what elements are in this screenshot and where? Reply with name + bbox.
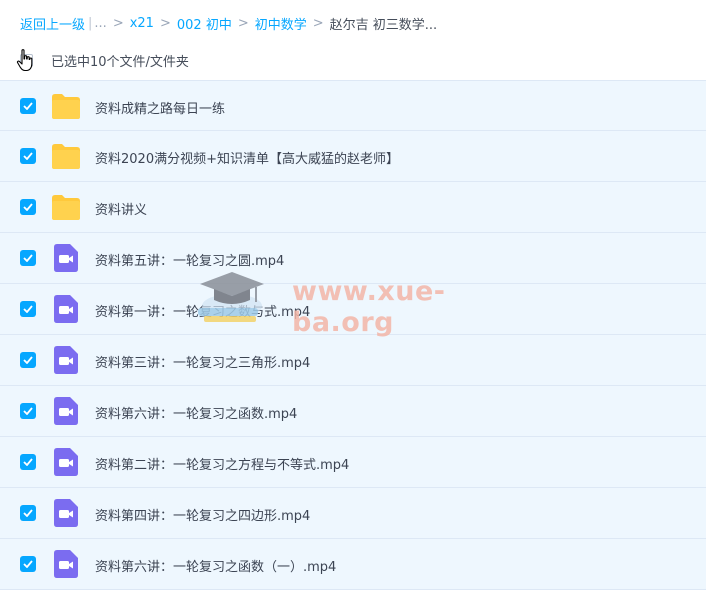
list-item[interactable]: 资料讲义	[0, 182, 706, 233]
breadcrumb: 返回上一级 | ... > x21 > 002 初中 > 初中数学 > 赵尔吉 …	[20, 14, 438, 33]
row-checkbox[interactable]	[20, 352, 36, 368]
check-icon	[23, 560, 33, 568]
breadcrumb-divider: |	[88, 15, 93, 31]
breadcrumb-more[interactable]: ...	[94, 16, 106, 31]
folder-icon	[52, 144, 80, 169]
list-item[interactable]: 资料第一讲：一轮复习之数与式.mp4	[0, 284, 706, 335]
check-icon	[23, 407, 33, 415]
video-file-icon	[54, 244, 78, 272]
row-checkbox[interactable]	[20, 301, 36, 317]
row-checkbox[interactable]	[20, 454, 36, 470]
video-file-icon	[54, 346, 78, 374]
folder-icon	[52, 94, 80, 119]
breadcrumb-item-x21[interactable]: x21	[130, 16, 154, 31]
list-item[interactable]: 资料第四讲：一轮复习之四边形.mp4	[0, 488, 706, 539]
breadcrumb-separator-icon: >	[159, 15, 171, 31]
file-name[interactable]: 资料第三讲：一轮复习之三角形.mp4	[95, 352, 310, 371]
breadcrumb-current: 赵尔吉 初三数学...	[329, 17, 438, 33]
breadcrumb-item-math[interactable]: 初中数学	[255, 14, 307, 33]
list-item[interactable]: 资料成精之路每日一练	[0, 80, 706, 131]
file-name[interactable]: 资料第二讲：一轮复习之方程与不等式.mp4	[95, 454, 349, 473]
check-icon	[23, 203, 33, 211]
file-name[interactable]: 资料2020满分视频+知识清单【高大威猛的赵老师】	[95, 148, 399, 167]
selection-count-text: 已选中10个文件/文件夹	[51, 54, 189, 70]
video-file-icon	[54, 448, 78, 476]
breadcrumb-item-junior-high[interactable]: 002 初中	[177, 14, 232, 33]
check-icon	[23, 254, 33, 262]
check-icon	[23, 458, 33, 466]
file-name[interactable]: 资料第一讲：一轮复习之数与式.mp4	[95, 301, 310, 320]
row-checkbox[interactable]	[20, 98, 36, 114]
check-icon	[23, 102, 33, 110]
list-item[interactable]: 资料2020满分视频+知识清单【高大威猛的赵老师】	[0, 131, 706, 182]
row-checkbox[interactable]	[20, 148, 36, 164]
check-icon	[23, 305, 33, 313]
selection-bar: 已选中10个文件/文件夹	[20, 51, 189, 70]
row-checkbox[interactable]	[20, 199, 36, 215]
file-name[interactable]: 资料讲义	[95, 199, 147, 218]
row-checkbox[interactable]	[20, 556, 36, 572]
check-icon	[23, 152, 33, 160]
file-name[interactable]: 资料第六讲：一轮复习之函数.mp4	[95, 403, 297, 422]
row-checkbox[interactable]	[20, 250, 36, 266]
video-file-icon	[54, 499, 78, 527]
check-icon	[23, 509, 33, 517]
breadcrumb-separator-icon: >	[237, 15, 249, 31]
list-item[interactable]: 资料第三讲：一轮复习之三角形.mp4	[0, 335, 706, 386]
video-file-icon	[54, 295, 78, 323]
folder-icon	[52, 195, 80, 220]
check-icon	[23, 356, 33, 364]
list-item[interactable]: 资料第五讲：一轮复习之圆.mp4	[0, 233, 706, 284]
file-name[interactable]: 资料第四讲：一轮复习之四边形.mp4	[95, 505, 310, 524]
file-name[interactable]: 资料成精之路每日一练	[95, 98, 225, 117]
list-item[interactable]: 资料第二讲：一轮复习之方程与不等式.mp4	[0, 437, 706, 488]
file-list: 资料成精之路每日一练 资料2020满分视频+知识清单【高大威猛的赵老师】 资料讲…	[0, 80, 706, 590]
row-checkbox[interactable]	[20, 403, 36, 419]
list-item[interactable]: 资料第六讲：一轮复习之函数.mp4	[0, 386, 706, 437]
back-link[interactable]: 返回上一级	[20, 14, 85, 33]
file-name[interactable]: 资料第五讲：一轮复习之圆.mp4	[95, 250, 284, 269]
file-name[interactable]: 资料第六讲：一轮复习之函数（一）.mp4	[95, 556, 336, 575]
breadcrumb-separator-icon: >	[312, 15, 324, 31]
select-all-checkbox[interactable]	[20, 53, 33, 67]
breadcrumb-separator-icon: >	[112, 15, 124, 31]
video-file-icon	[54, 397, 78, 425]
video-file-icon	[54, 550, 78, 578]
row-checkbox[interactable]	[20, 505, 36, 521]
list-item[interactable]: 资料第六讲：一轮复习之函数（一）.mp4	[0, 539, 706, 590]
